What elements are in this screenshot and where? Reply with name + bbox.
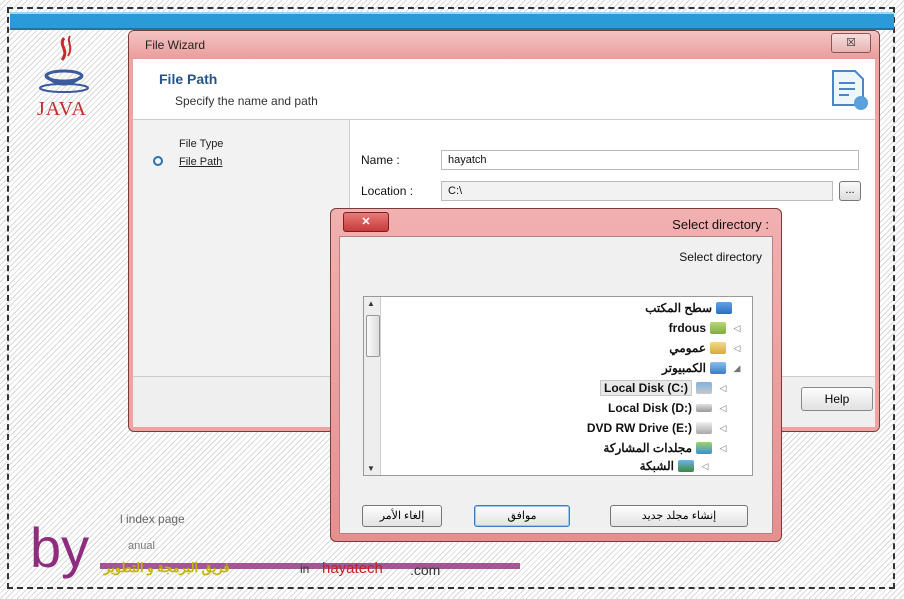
tree-item-label: frdous bbox=[668, 321, 706, 335]
step-file-type[interactable]: File Type bbox=[179, 138, 223, 150]
tree-item-label: مجلدات المشاركة bbox=[603, 441, 692, 455]
scroll-up-icon[interactable]: ▲ bbox=[367, 299, 375, 308]
drive-icon bbox=[696, 404, 712, 412]
dialog-subtitle: Select directory bbox=[679, 250, 762, 264]
folder-icon bbox=[710, 342, 726, 354]
network-icon bbox=[678, 460, 694, 472]
expand-arrow-icon[interactable]: ◁ bbox=[716, 383, 730, 394]
watermark-in: in bbox=[300, 562, 310, 576]
tree-item-local-disk-d[interactable]: Local Disk (D:) ◁ bbox=[608, 399, 730, 417]
scroll-thumb[interactable] bbox=[366, 315, 380, 357]
step-file-path[interactable]: File Path bbox=[179, 156, 222, 168]
tree-item-shared-folders[interactable]: مجلدات المشاركة ◁ bbox=[603, 439, 730, 457]
expand-arrow-icon[interactable]: ◁ bbox=[716, 443, 730, 454]
expand-arrow-icon[interactable]: ◁ bbox=[716, 403, 730, 414]
expand-arrow-icon[interactable]: ◁ bbox=[698, 461, 712, 472]
tree-item-network[interactable]: الشبكة ◁ bbox=[640, 457, 712, 475]
dialog-body: Select directory ▲ ▼ سطح المكتب frdous ◁… bbox=[339, 236, 773, 534]
select-directory-dialog: ✕ : Select directory Select directory ▲ … bbox=[330, 208, 782, 542]
dialog-close-button[interactable]: ✕ bbox=[343, 212, 389, 232]
watermark-site: hayatech bbox=[322, 560, 383, 577]
wizard-titlebar: File Wizard ☒ bbox=[129, 31, 879, 59]
wizard-close-button[interactable]: ☒ bbox=[831, 33, 871, 53]
tree-item-label: الكمبيوتر bbox=[662, 361, 706, 375]
wizard-header: File Path Specify the name and path bbox=[133, 59, 875, 120]
tree-item-public[interactable]: عمومي ◁ bbox=[669, 339, 744, 357]
tree-item-label: Local Disk (D:) bbox=[607, 401, 692, 415]
expand-arrow-icon[interactable]: ◁ bbox=[730, 323, 744, 334]
watermark-com: .com bbox=[410, 562, 441, 578]
new-folder-button[interactable]: إنشاء مجلد جديد bbox=[610, 505, 748, 527]
dialog-title: : Select directory bbox=[672, 217, 769, 232]
manual-text: anual bbox=[128, 540, 155, 552]
wizard-header-subtitle: Specify the name and path bbox=[175, 94, 318, 108]
wizard-title: File Wizard bbox=[145, 38, 206, 52]
tree-item-frdous[interactable]: frdous ◁ bbox=[669, 319, 744, 337]
browse-button[interactable]: ... bbox=[839, 181, 861, 201]
desktop-icon bbox=[716, 302, 732, 314]
tree-item-label: DVD RW Drive (E:) bbox=[586, 421, 692, 435]
help-button[interactable]: Help bbox=[801, 387, 873, 411]
java-logo-text: JAVA bbox=[37, 98, 87, 120]
computer-icon bbox=[710, 362, 726, 374]
watermark-team: فريق البرمجة و التطوير bbox=[104, 560, 230, 575]
tree-item-dvd-drive[interactable]: DVD RW Drive (E:) ◁ bbox=[587, 419, 730, 437]
drive-icon bbox=[696, 382, 712, 394]
tree-item-desktop[interactable]: سطح المكتب bbox=[645, 299, 736, 317]
name-label: Name : bbox=[361, 153, 400, 167]
cancel-button[interactable]: إلغاء الأمر bbox=[362, 505, 442, 527]
wizard-header-title: File Path bbox=[159, 71, 218, 87]
location-field[interactable]: C:\ bbox=[441, 181, 833, 201]
wizard-steps-panel: File Type File Path bbox=[133, 120, 350, 420]
tree-item-computer[interactable]: الكمبيوتر ◢ bbox=[662, 359, 744, 377]
collapse-arrow-icon[interactable]: ◢ bbox=[730, 363, 744, 374]
dvd-icon bbox=[696, 422, 712, 434]
tree-item-label: الشبكة bbox=[639, 459, 674, 473]
tree-item-label: Local Disk (C:) bbox=[599, 380, 692, 396]
name-field[interactable]: hayatch bbox=[441, 150, 859, 170]
watermark-by: by bbox=[30, 516, 90, 579]
index-page-text: l index page bbox=[120, 512, 185, 526]
ok-button[interactable]: موافق bbox=[474, 505, 570, 527]
document-icon bbox=[829, 67, 869, 111]
scroll-down-icon[interactable]: ▼ bbox=[367, 464, 375, 473]
location-label: Location : bbox=[361, 184, 414, 198]
directory-tree[interactable]: ▲ ▼ سطح المكتب frdous ◁ عمومي ◁ الكمبيوت… bbox=[363, 296, 753, 476]
tree-scrollbar[interactable]: ▲ ▼ bbox=[364, 297, 381, 475]
top-bar bbox=[10, 12, 894, 30]
current-step-icon bbox=[153, 156, 163, 166]
shared-folder-icon bbox=[696, 442, 712, 454]
user-folder-icon bbox=[710, 322, 726, 334]
expand-arrow-icon[interactable]: ◁ bbox=[730, 343, 744, 354]
tree-item-label: عمومي bbox=[669, 341, 706, 355]
tree-item-local-disk-c[interactable]: Local Disk (C:) ◁ bbox=[599, 379, 730, 397]
expand-arrow-icon[interactable]: ◁ bbox=[716, 423, 730, 434]
tree-item-label: سطح المكتب bbox=[645, 301, 712, 315]
